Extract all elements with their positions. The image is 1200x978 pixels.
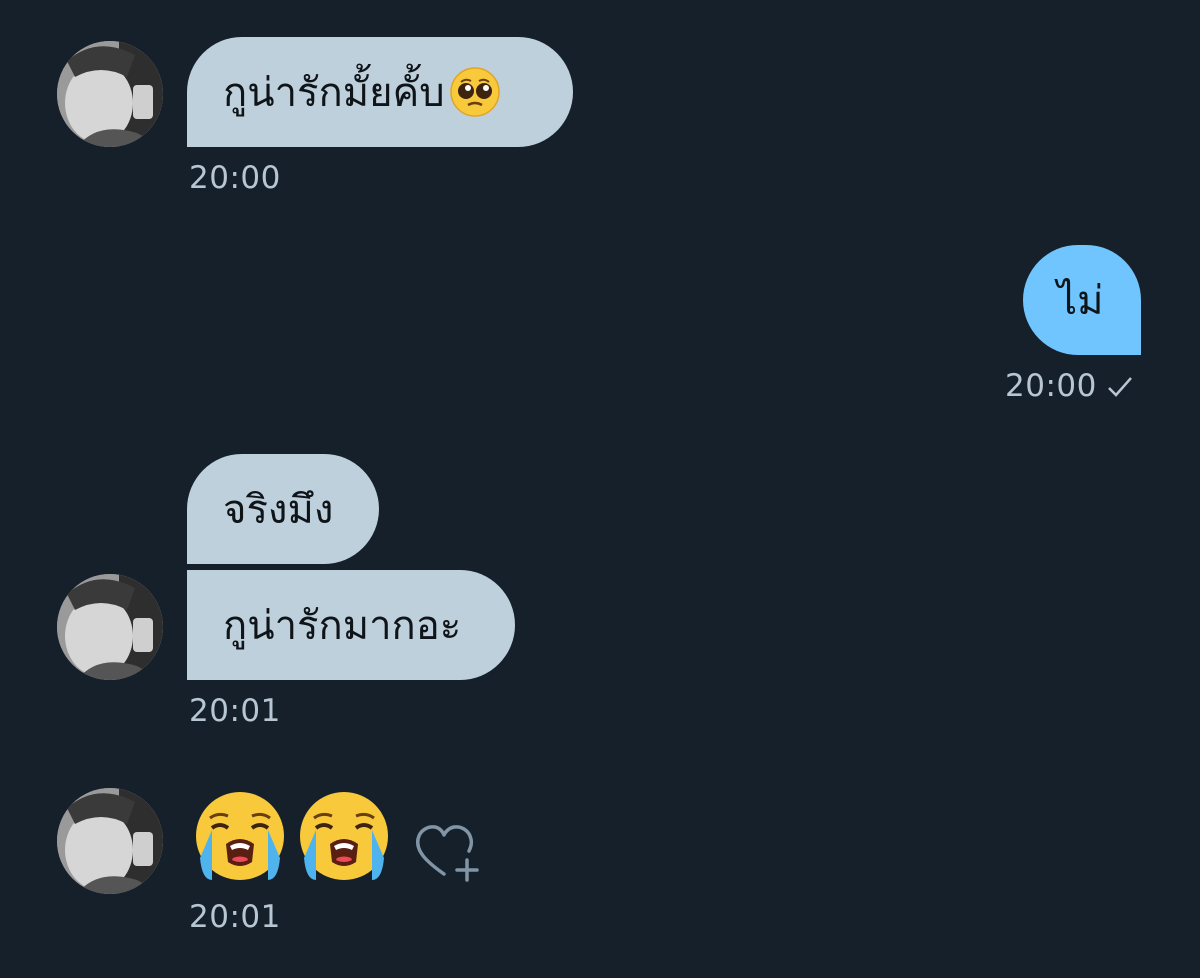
avatar[interactable] [57,574,163,680]
timestamp-text: 20:00 [1005,368,1097,404]
loudly-crying-face-icon[interactable] [192,788,288,884]
message-bubble[interactable]: จริงมึง [187,454,379,564]
loudly-crying-face-icon[interactable] [296,788,392,884]
check-icon [1107,370,1133,406]
message-bubble[interactable]: กูน่ารักมั้ยคั้บ [187,37,573,147]
message-text: ไม่ [1057,278,1104,324]
message-bubble[interactable]: กูน่ารักมากอะ [187,570,515,680]
timestamp: 20:01 [189,693,281,729]
pleading-face-icon [449,66,501,118]
message-text: กูน่ารักมากอะ [223,603,462,649]
avatar[interactable] [57,41,163,147]
heart-plus-icon[interactable] [414,822,484,886]
message-bubble[interactable]: ไม่ [1023,245,1141,355]
message-text: จริงมึง [223,487,334,533]
timestamp: 20:00 [1005,368,1133,406]
avatar[interactable] [57,788,163,894]
message-text: กูน่ารักมั้ยคั้บ [223,70,445,116]
timestamp: 20:01 [189,899,281,935]
timestamp: 20:00 [189,160,281,196]
